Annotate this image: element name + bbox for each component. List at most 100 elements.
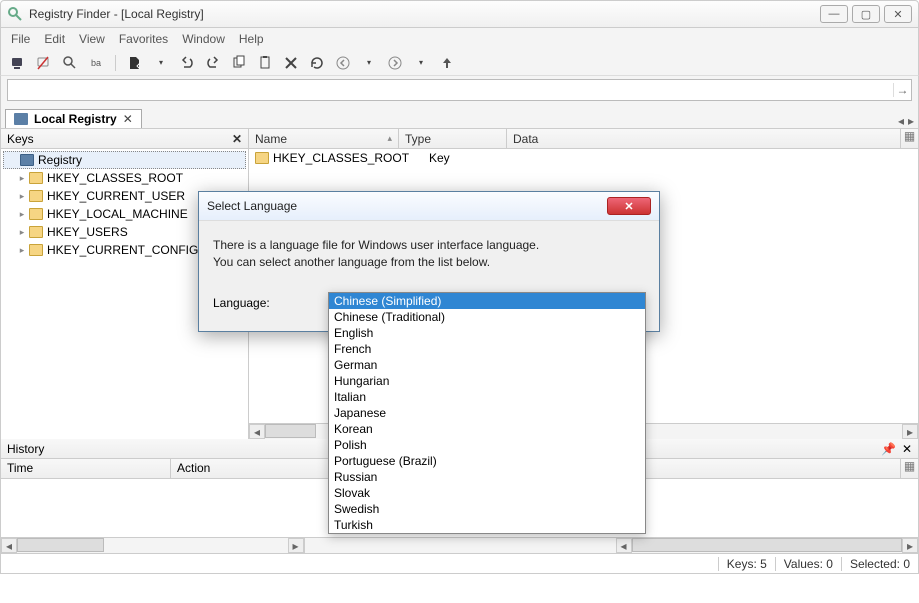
- sort-asc-icon: ▴: [387, 133, 392, 144]
- disconnect-icon[interactable]: [35, 54, 53, 72]
- up-icon[interactable]: [438, 54, 456, 72]
- back-icon[interactable]: [334, 54, 352, 72]
- keys-panel-header: Keys ✕: [1, 129, 248, 149]
- folder-icon: [29, 226, 43, 238]
- language-option[interactable]: French: [329, 341, 645, 357]
- tab-local-registry[interactable]: Local Registry ✕: [5, 109, 142, 128]
- tree-expand-icon[interactable]: ▸: [17, 227, 27, 238]
- pin-icon[interactable]: 📌: [881, 442, 896, 456]
- scroll-right-icon[interactable]: ▸: [902, 538, 918, 553]
- language-option[interactable]: Portuguese (Brazil): [329, 453, 645, 469]
- replace-icon[interactable]: ba: [87, 54, 105, 72]
- dialog-titlebar[interactable]: Select Language ✕: [199, 192, 659, 220]
- menu-window[interactable]: Window: [182, 32, 225, 46]
- registry-icon: [14, 113, 28, 125]
- window-titlebar: Registry Finder - [Local Registry] — ▢ ✕: [0, 0, 919, 28]
- language-option[interactable]: Swedish: [329, 501, 645, 517]
- grid-options-icon[interactable]: ▦: [900, 129, 918, 148]
- col-type[interactable]: Type: [399, 129, 507, 148]
- language-dropdown-list[interactable]: Chinese (Simplified) Chinese (Traditiona…: [328, 292, 646, 534]
- scroll-thumb[interactable]: [265, 424, 316, 438]
- tab-scroll-left-icon[interactable]: ◂: [898, 114, 904, 128]
- app-icon: [7, 6, 23, 22]
- tree-root[interactable]: Registry: [3, 151, 246, 169]
- language-option[interactable]: Korean: [329, 421, 645, 437]
- scroll-thumb[interactable]: [632, 538, 903, 552]
- col-name[interactable]: Name ▴: [249, 129, 399, 148]
- hcol-time[interactable]: Time: [1, 459, 171, 478]
- language-option[interactable]: English: [329, 325, 645, 341]
- tab-close-icon[interactable]: ✕: [123, 112, 133, 126]
- cell-name: HKEY_CLASSES_ROOT: [273, 151, 423, 165]
- scroll-left-icon[interactable]: ◂: [1, 538, 17, 553]
- list-header: Name ▴ Type Data ▦: [249, 129, 918, 149]
- tree-item[interactable]: ▸ HKEY_CLASSES_ROOT: [1, 169, 248, 187]
- tree-item-label: HKEY_CLASSES_ROOT: [47, 171, 183, 185]
- col-data[interactable]: Data: [507, 129, 900, 148]
- delete-icon[interactable]: [282, 54, 300, 72]
- language-option[interactable]: Italian: [329, 389, 645, 405]
- folder-icon: [29, 190, 43, 202]
- dropdown-icon[interactable]: ▾: [152, 54, 170, 72]
- cell-type: Key: [423, 151, 531, 165]
- tree-expand-icon[interactable]: ▸: [17, 173, 27, 184]
- dialog-title: Select Language: [207, 199, 607, 213]
- minimize-button[interactable]: —: [820, 5, 848, 23]
- go-icon[interactable]: →: [893, 83, 911, 97]
- paste-icon[interactable]: [256, 54, 274, 72]
- hcol-data[interactable]: ata: [623, 459, 900, 478]
- scroll-left-icon[interactable]: ◂: [249, 424, 265, 439]
- keys-panel-close-icon[interactable]: ✕: [232, 132, 242, 146]
- col-name-label: Name: [255, 132, 287, 146]
- menu-file[interactable]: File: [11, 32, 30, 46]
- dialog-close-button[interactable]: ✕: [607, 197, 651, 215]
- language-option[interactable]: German: [329, 357, 645, 373]
- status-keys: Keys: 5: [718, 557, 767, 571]
- close-button[interactable]: ✕: [884, 5, 912, 23]
- history-hscrollbar[interactable]: ◂ ▸ ◂ ▸: [1, 537, 918, 553]
- tree-expand-icon[interactable]: ▸: [17, 191, 27, 202]
- tree-item-label: HKEY_CURRENT_USER: [47, 189, 185, 203]
- forward-dropdown-icon[interactable]: ▾: [412, 54, 430, 72]
- redo-icon[interactable]: [204, 54, 222, 72]
- tree-expand-icon[interactable]: ▸: [17, 245, 27, 256]
- scroll-left-icon[interactable]: ◂: [616, 538, 632, 553]
- folder-icon: [29, 244, 43, 256]
- language-option[interactable]: Slovak: [329, 485, 645, 501]
- language-option[interactable]: Chinese (Simplified): [329, 293, 645, 309]
- tab-scroll-right-icon[interactable]: ▸: [908, 114, 914, 128]
- connect-icon[interactable]: [9, 54, 27, 72]
- menu-help[interactable]: Help: [239, 32, 264, 46]
- tree-item-label: HKEY_LOCAL_MACHINE: [47, 207, 188, 221]
- menu-edit[interactable]: Edit: [44, 32, 65, 46]
- language-option[interactable]: Polish: [329, 437, 645, 453]
- scroll-right-icon[interactable]: ▸: [288, 538, 304, 553]
- language-option[interactable]: Russian: [329, 469, 645, 485]
- scroll-right-icon[interactable]: ▸: [902, 424, 918, 439]
- forward-icon[interactable]: [386, 54, 404, 72]
- address-bar[interactable]: →: [7, 79, 912, 101]
- language-option[interactable]: Hungarian: [329, 373, 645, 389]
- list-row[interactable]: HKEY_CLASSES_ROOT Key: [249, 149, 918, 167]
- export-icon[interactable]: [126, 54, 144, 72]
- tree-expand-icon[interactable]: ▸: [17, 209, 27, 220]
- language-option[interactable]: Japanese: [329, 405, 645, 421]
- menu-view[interactable]: View: [79, 32, 105, 46]
- language-option[interactable]: Chinese (Traditional): [329, 309, 645, 325]
- back-dropdown-icon[interactable]: ▾: [360, 54, 378, 72]
- undo-icon[interactable]: [178, 54, 196, 72]
- scroll-thumb[interactable]: [17, 538, 104, 552]
- language-option[interactable]: Turkish: [329, 517, 645, 533]
- menu-favorites[interactable]: Favorites: [119, 32, 168, 46]
- refresh-icon[interactable]: [308, 54, 326, 72]
- grid-options-icon[interactable]: ▦: [900, 459, 918, 478]
- search-icon[interactable]: [61, 54, 79, 72]
- maximize-button[interactable]: ▢: [852, 5, 880, 23]
- address-bar-wrap: →: [0, 76, 919, 107]
- copy-icon[interactable]: [230, 54, 248, 72]
- dialog-text-2: You can select another language from the…: [213, 254, 645, 271]
- tree-item-label: HKEY_CURRENT_CONFIG: [47, 243, 198, 257]
- folder-icon: [29, 208, 43, 220]
- history-close-icon[interactable]: ✕: [902, 442, 912, 456]
- status-bar: Keys: 5 Values: 0 Selected: 0: [0, 554, 919, 574]
